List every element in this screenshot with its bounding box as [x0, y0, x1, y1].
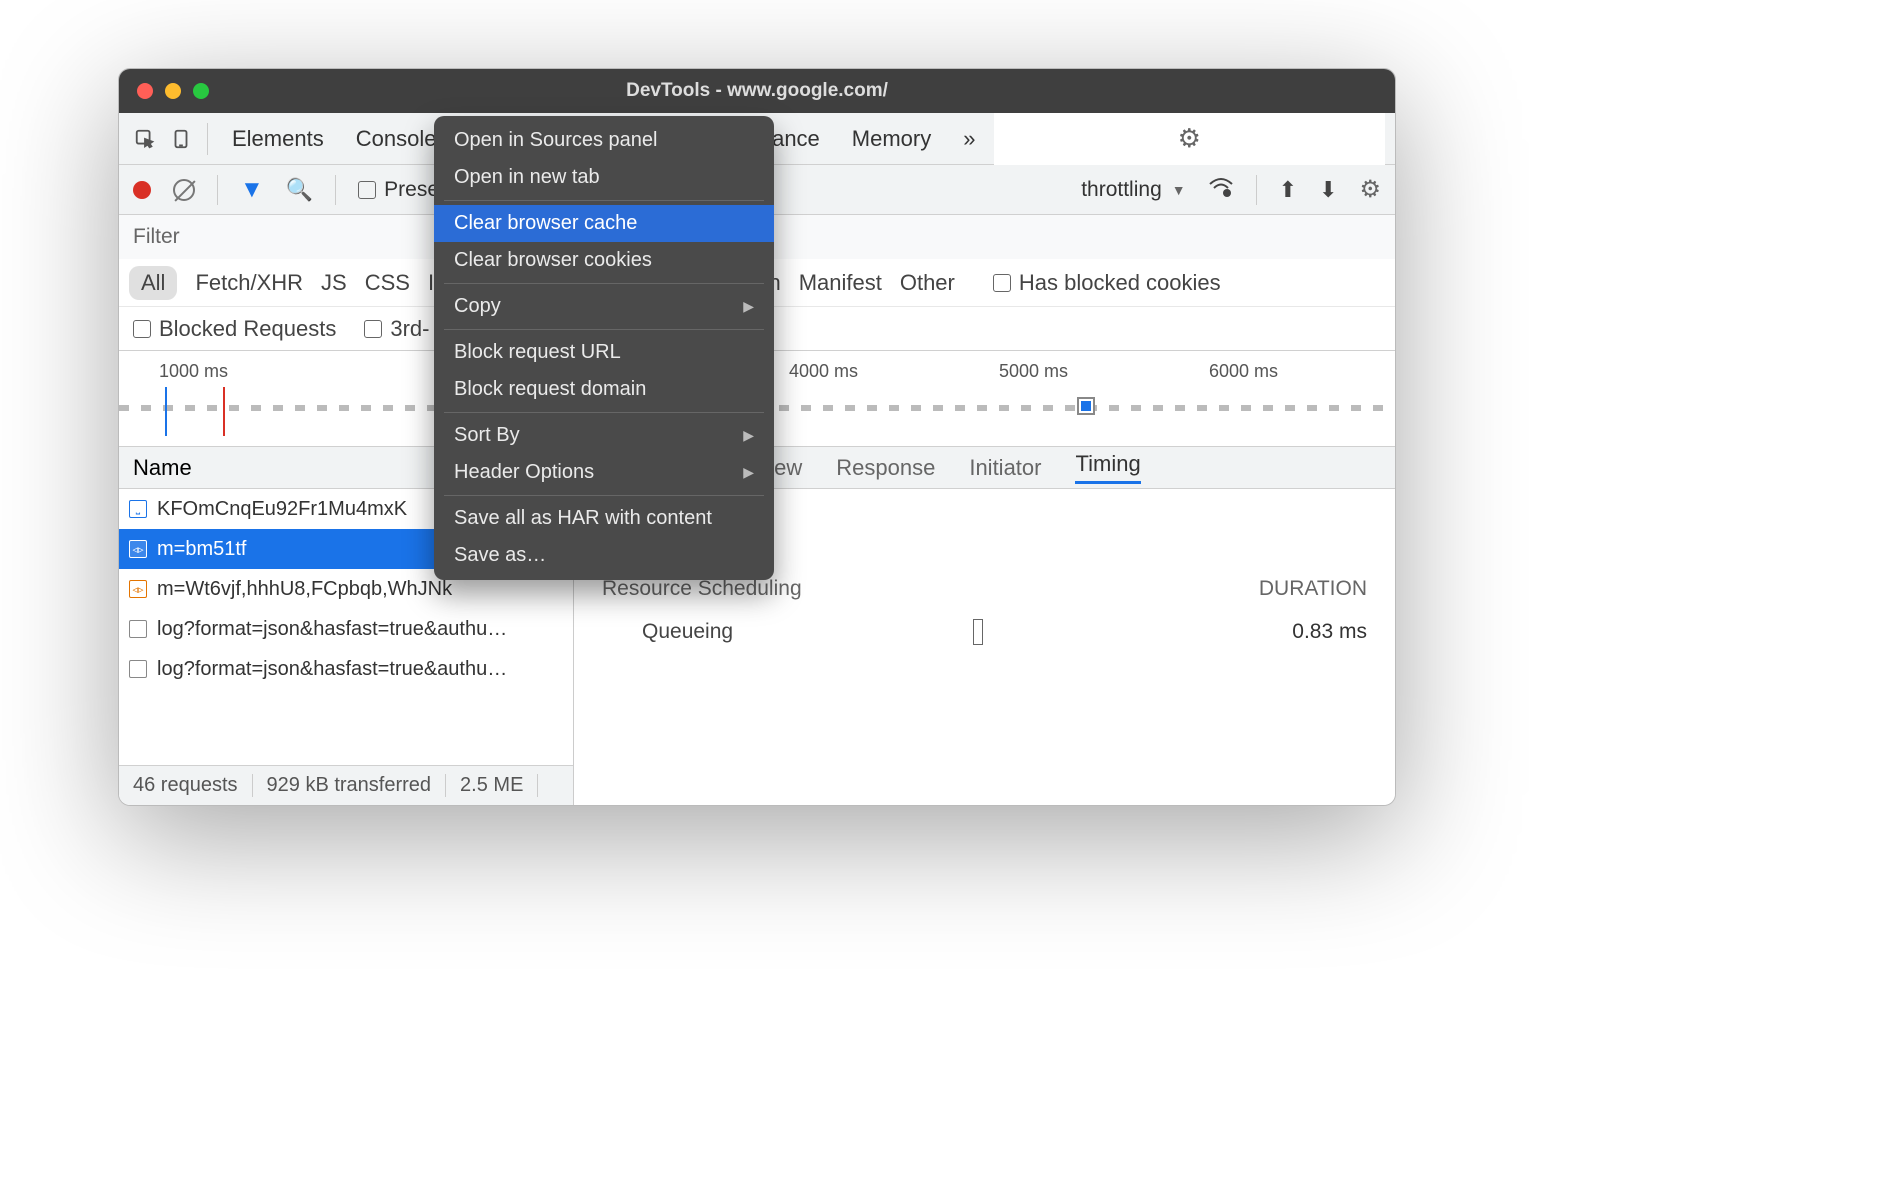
- context-menu: Open in Sources panel Open in new tab Cl…: [434, 116, 774, 580]
- tab-elements[interactable]: Elements: [218, 120, 338, 158]
- cm-save-har[interactable]: Save all as HAR with content: [434, 500, 774, 537]
- table-row[interactable]: log?format=json&hasfast=true&authu…: [119, 609, 573, 649]
- status-bar: 46 requests 929 kB transferred 2.5 ME: [119, 765, 573, 805]
- device-toggle-icon[interactable]: [165, 123, 197, 155]
- filter-manifest[interactable]: Manifest: [799, 270, 882, 296]
- cm-open-sources[interactable]: Open in Sources panel: [434, 122, 774, 159]
- record-button[interactable]: [133, 181, 151, 199]
- load-marker: [223, 387, 225, 436]
- network-conditions-icon[interactable]: [1208, 176, 1234, 204]
- timeline-tick: 4000 ms: [789, 361, 858, 382]
- queueing-duration: 0.83 ms: [1292, 620, 1367, 644]
- traffic-lights: [137, 83, 209, 99]
- cm-header-options[interactable]: Header Options▶: [434, 454, 774, 491]
- chevron-right-icon: ▶: [743, 464, 754, 481]
- tab-response[interactable]: Response: [836, 455, 935, 481]
- has-blocked-cookies-checkbox[interactable]: Has blocked cookies: [993, 270, 1221, 296]
- tab-memory[interactable]: Memory: [838, 120, 945, 158]
- cm-sort-by[interactable]: Sort By▶: [434, 417, 774, 454]
- chevron-right-icon: ▶: [743, 427, 754, 444]
- filter-all[interactable]: All: [129, 266, 177, 300]
- devtools-window: DevTools - www.google.com/ Elements Cons…: [118, 68, 1396, 806]
- status-transferred: 929 kB transferred: [253, 774, 447, 797]
- minimize-window-button[interactable]: [165, 83, 181, 99]
- network-settings-gear-icon[interactable]: ⚙: [1359, 175, 1381, 204]
- script-icon: ◃▹: [129, 540, 147, 558]
- tab-timing[interactable]: Timing: [1075, 451, 1140, 484]
- search-icon[interactable]: 🔍: [286, 177, 313, 203]
- maximize-window-button[interactable]: [193, 83, 209, 99]
- tabs-overflow[interactable]: »: [949, 120, 989, 158]
- resource-scheduling-label: Resource Scheduling: [602, 577, 802, 601]
- generic-file-icon: [129, 620, 147, 638]
- blocked-requests-checkbox[interactable]: Blocked Requests: [133, 316, 336, 342]
- third-party-checkbox[interactable]: 3rd-: [364, 316, 429, 342]
- export-har-icon[interactable]: ⬇: [1319, 177, 1337, 203]
- close-window-button[interactable]: [137, 83, 153, 99]
- cm-open-new-tab[interactable]: Open in new tab: [434, 159, 774, 196]
- chevron-down-icon: ▼: [1172, 182, 1186, 198]
- table-row[interactable]: log?format=json&hasfast=true&authu…: [119, 649, 573, 689]
- file-icon: ⎵: [129, 500, 147, 518]
- duration-label: DURATION: [1259, 577, 1367, 601]
- timeline-tick: 1000 ms: [159, 361, 228, 382]
- titlebar: DevTools - www.google.com/: [119, 69, 1395, 113]
- filter-js[interactable]: JS: [321, 270, 347, 296]
- import-har-icon[interactable]: ⬆: [1279, 177, 1297, 203]
- timeline-tick: 5000 ms: [999, 361, 1068, 382]
- clear-button[interactable]: [173, 179, 195, 201]
- cm-clear-cache[interactable]: Clear browser cache: [434, 205, 774, 242]
- filter-fetch-xhr[interactable]: Fetch/XHR: [195, 270, 303, 296]
- filter-toggle-icon[interactable]: ▼: [240, 176, 264, 204]
- status-resources: 2.5 ME: [446, 774, 538, 797]
- throttling-dropdown[interactable]: throttling ▼: [1081, 178, 1185, 202]
- queueing-label: Queueing: [642, 620, 733, 644]
- domcontentloaded-marker: [165, 387, 167, 436]
- timeline-tick: 6000 ms: [1209, 361, 1278, 382]
- queueing-bar: [973, 619, 983, 645]
- status-requests: 46 requests: [119, 774, 253, 797]
- filter-other[interactable]: Other: [900, 270, 955, 296]
- cm-copy[interactable]: Copy▶: [434, 288, 774, 325]
- inspect-element-icon[interactable]: [129, 123, 161, 155]
- cm-block-domain[interactable]: Block request domain: [434, 371, 774, 408]
- script-icon: ◃▹: [129, 580, 147, 598]
- settings-gear-icon[interactable]: ⚙: [1178, 123, 1201, 154]
- cm-block-url[interactable]: Block request URL: [434, 334, 774, 371]
- cm-save-as[interactable]: Save as…: [434, 537, 774, 574]
- window-title: DevTools - www.google.com/: [119, 80, 1395, 102]
- chevron-right-icon: ▶: [743, 298, 754, 315]
- generic-file-icon: [129, 660, 147, 678]
- tab-initiator[interactable]: Initiator: [969, 455, 1041, 481]
- cm-clear-cookies[interactable]: Clear browser cookies: [434, 242, 774, 279]
- filter-css[interactable]: CSS: [365, 270, 410, 296]
- selection-marker[interactable]: [1079, 399, 1093, 413]
